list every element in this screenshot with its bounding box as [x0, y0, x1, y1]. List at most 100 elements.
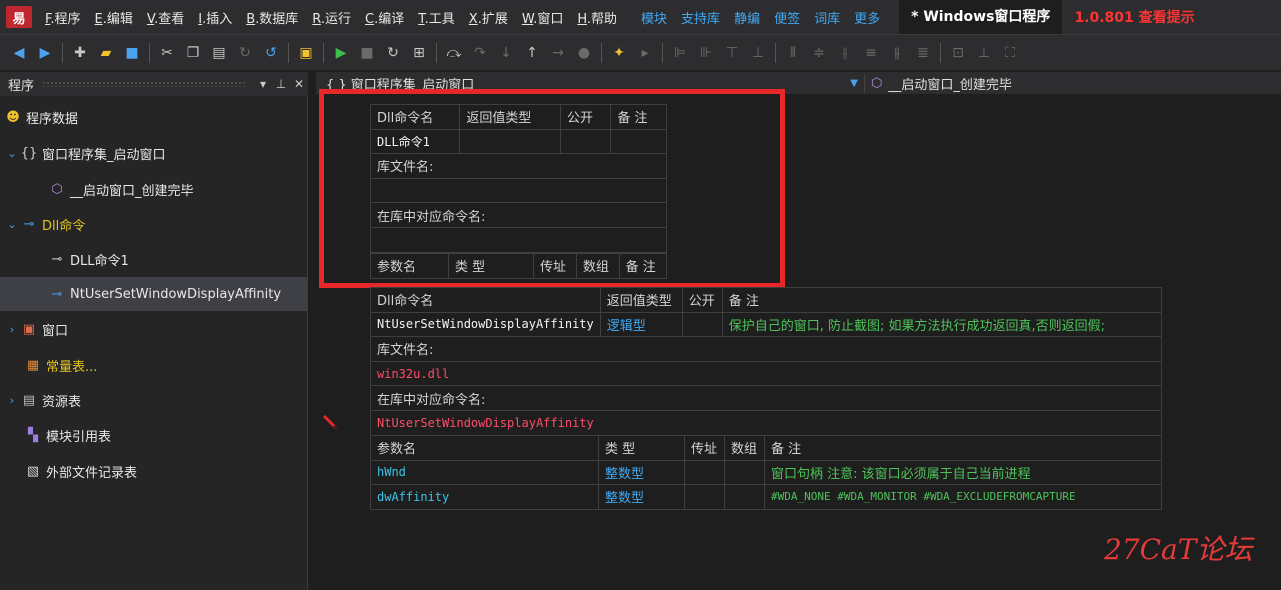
step-over-icon[interactable]: ⤼ — [443, 42, 465, 64]
menu-item-e[interactable]: E.编辑 — [88, 8, 140, 27]
center-h-icon[interactable]: ≑ — [808, 42, 830, 64]
byref-cell[interactable] — [684, 484, 725, 510]
menu-item-v[interactable]: V.查看 — [140, 8, 191, 27]
plug-icon: ⊸ — [51, 286, 63, 302]
fullscreen-icon[interactable]: ⛶ — [999, 42, 1021, 64]
align-top-icon[interactable]: ⊤ — [721, 42, 743, 64]
same-height-icon[interactable]: ≣ — [912, 42, 934, 64]
forward-icon[interactable]: ▶ — [34, 42, 56, 64]
array-cell[interactable] — [724, 459, 765, 486]
close-icon[interactable]: ✕ — [290, 77, 308, 91]
align-right-icon[interactable]: ⊪ — [695, 42, 717, 64]
tree-item[interactable]: ▦ 常量表... — [0, 348, 307, 382]
table-row[interactable]: dwAffinity 整数型 #WDA_NONE #WDA_MONITOR #W… — [370, 484, 1162, 510]
tree-item[interactable]: ☻ 程序数据 — [0, 100, 307, 134]
col-header: 参数名 — [370, 435, 599, 461]
menu-item-c[interactable]: C.编译 — [358, 8, 411, 27]
tab-order-icon[interactable]: ⊡ — [947, 42, 969, 64]
tree-item[interactable]: ▚ 模块引用表 — [0, 418, 307, 452]
tree-item[interactable]: › ▤ 资源表 — [0, 383, 307, 417]
lib-value-cell[interactable]: win32u.dll — [370, 360, 1162, 387]
table-row[interactable]: hWnd 整数型 窗口句柄 注意: 该窗口必须属于自己当前进程 — [370, 459, 1162, 486]
hint-bulb-icon[interactable]: ✦ — [608, 42, 630, 64]
quick-link-3[interactable]: 便签 — [767, 8, 807, 27]
quick-link-5[interactable]: 更多 — [847, 8, 887, 27]
project-icon[interactable]: ▣ — [295, 42, 317, 64]
chevron-down-icon[interactable]: ⌄ — [4, 147, 20, 160]
menu-item-h[interactable]: H.帮助 — [570, 8, 624, 27]
step-down-icon[interactable]: ↓ — [495, 42, 517, 64]
tree-item[interactable]: ⌄ ⊸ Dll命令 — [0, 207, 307, 241]
step-into-icon[interactable]: ↷ — [469, 42, 491, 64]
method-selector-label: __启动窗口_创建完毕 — [888, 77, 1012, 93]
menu-item-t[interactable]: T.工具 — [411, 8, 462, 27]
undo-icon[interactable]: ↺ — [260, 42, 282, 64]
document-tab[interactable]: * Windows窗口程序 — [899, 0, 1063, 34]
paste-icon[interactable]: ▤ — [208, 42, 230, 64]
stop-icon[interactable]: ■ — [356, 42, 378, 64]
comment-cell[interactable]: 保护自己的窗口, 防止截图; 如果方法执行成功返回真,否则返回假; — [721, 311, 1163, 338]
back-icon[interactable]: ◀ — [8, 42, 30, 64]
app-logo-icon[interactable]: 易 — [6, 6, 32, 28]
param-name-cell[interactable]: dwAffinity — [370, 484, 599, 510]
module-icon: ▚ — [28, 427, 38, 443]
quick-link-4[interactable]: 词库 — [807, 8, 847, 27]
tree-item[interactable]: ⊸ DLL命令1 — [0, 242, 307, 276]
version-notice-link[interactable]: 1.0.801 查看提示 — [1074, 7, 1194, 27]
tree-item[interactable]: ⌄{} 窗口程序集_启动窗口 — [0, 136, 307, 170]
distribute-h-icon[interactable]: ⫴ — [782, 42, 804, 64]
distribute-v-icon[interactable]: ⫲ — [834, 42, 856, 64]
quick-link-1[interactable]: 支持库 — [674, 8, 727, 27]
breakpoint-icon[interactable]: ● — [573, 42, 595, 64]
same-width-icon[interactable]: ⫵ — [886, 42, 908, 64]
new-file-icon[interactable]: ✚ — [69, 42, 91, 64]
tree-item[interactable]: ⊸ NtUserSetWindowDisplayAffinity — [0, 277, 307, 311]
cut-icon[interactable]: ✂ — [156, 42, 178, 64]
quick-link-0[interactable]: 模块 — [634, 8, 674, 27]
param-type-cell[interactable]: 整数型 — [598, 459, 685, 486]
center-v-icon[interactable]: ≡ — [860, 42, 882, 64]
pin-icon[interactable]: ⊥ — [272, 77, 290, 91]
copy-icon[interactable]: ❐ — [182, 42, 204, 64]
menu-item-f[interactable]: F.程序 — [38, 8, 88, 27]
menu-item-r[interactable]: R.运行 — [305, 8, 358, 27]
chevron-right-icon[interactable]: › — [4, 394, 20, 407]
public-cell[interactable] — [681, 311, 723, 338]
chevron-down-icon[interactable]: ▼ — [850, 78, 858, 89]
param-comment-cell[interactable]: #WDA_NONE #WDA_MONITOR #WDA_EXCLUDEFROMC… — [764, 484, 1162, 510]
menu-item-b[interactable]: B.数据库 — [239, 8, 305, 27]
run-icon[interactable]: ▶ — [330, 42, 352, 64]
return-type-cell[interactable]: 逻辑型 — [599, 311, 683, 338]
param-type-cell[interactable]: 整数型 — [598, 484, 685, 510]
array-cell[interactable] — [724, 484, 765, 510]
tree-item[interactable]: ▧ 外部文件记录表 — [0, 454, 307, 488]
dropdown-icon[interactable]: ▾ — [254, 77, 272, 91]
byref-cell[interactable] — [684, 459, 725, 486]
param-comment-cell[interactable]: 窗口句柄 注意: 该窗口必须属于自己当前进程 — [764, 459, 1162, 486]
dll-name-cell[interactable]: NtUserSetWindowDisplayAffinity — [370, 311, 601, 338]
cmd-value-cell[interactable]: NtUserSetWindowDisplayAffinity — [370, 409, 1162, 436]
menu-item-i[interactable]: I.插入 — [191, 8, 239, 27]
method-selector[interactable]: ⬡ __启动窗口_创建完毕 — [864, 73, 1012, 93]
quick-links: 模块 支持库 静编 便签 词库 更多 — [634, 8, 887, 27]
compile-icon[interactable]: ⊞ — [408, 42, 430, 64]
quick-link-2[interactable]: 静编 — [727, 8, 767, 27]
redo-icon[interactable]: ↻ — [234, 42, 256, 64]
chevron-right-icon[interactable]: › — [4, 323, 20, 336]
menu-item-x[interactable]: X.扩展 — [462, 8, 515, 27]
restart-icon[interactable]: ↻ — [382, 42, 404, 64]
step-out-icon[interactable]: ↑ — [521, 42, 543, 64]
align-bottom-icon[interactable]: ⊥ — [747, 42, 769, 64]
align-left-icon[interactable]: ⊫ — [669, 42, 691, 64]
menu-item-w[interactable]: W.窗口 — [515, 8, 571, 27]
param-name-cell[interactable]: hWnd — [370, 459, 599, 486]
lock-layout-icon[interactable]: ⊥ — [973, 42, 995, 64]
open-folder-icon[interactable]: ▰ — [95, 42, 117, 64]
bookmark-icon[interactable]: ▸ — [634, 42, 656, 64]
tree-item[interactable]: › ▣ 窗口 — [0, 312, 307, 346]
tree-item[interactable]: ⬡ __启动窗口_创建完毕 — [0, 172, 307, 206]
main-menu: F.程序 E.编辑 V.查看 I.插入 B.数据库 R.运行 C.编译 T.工具 X.扩展 W.窗… — [38, 8, 624, 27]
run-to-cursor-icon[interactable]: → — [547, 42, 569, 64]
chevron-down-icon[interactable]: ⌄ — [4, 218, 20, 231]
save-icon[interactable]: ■ — [121, 42, 143, 64]
